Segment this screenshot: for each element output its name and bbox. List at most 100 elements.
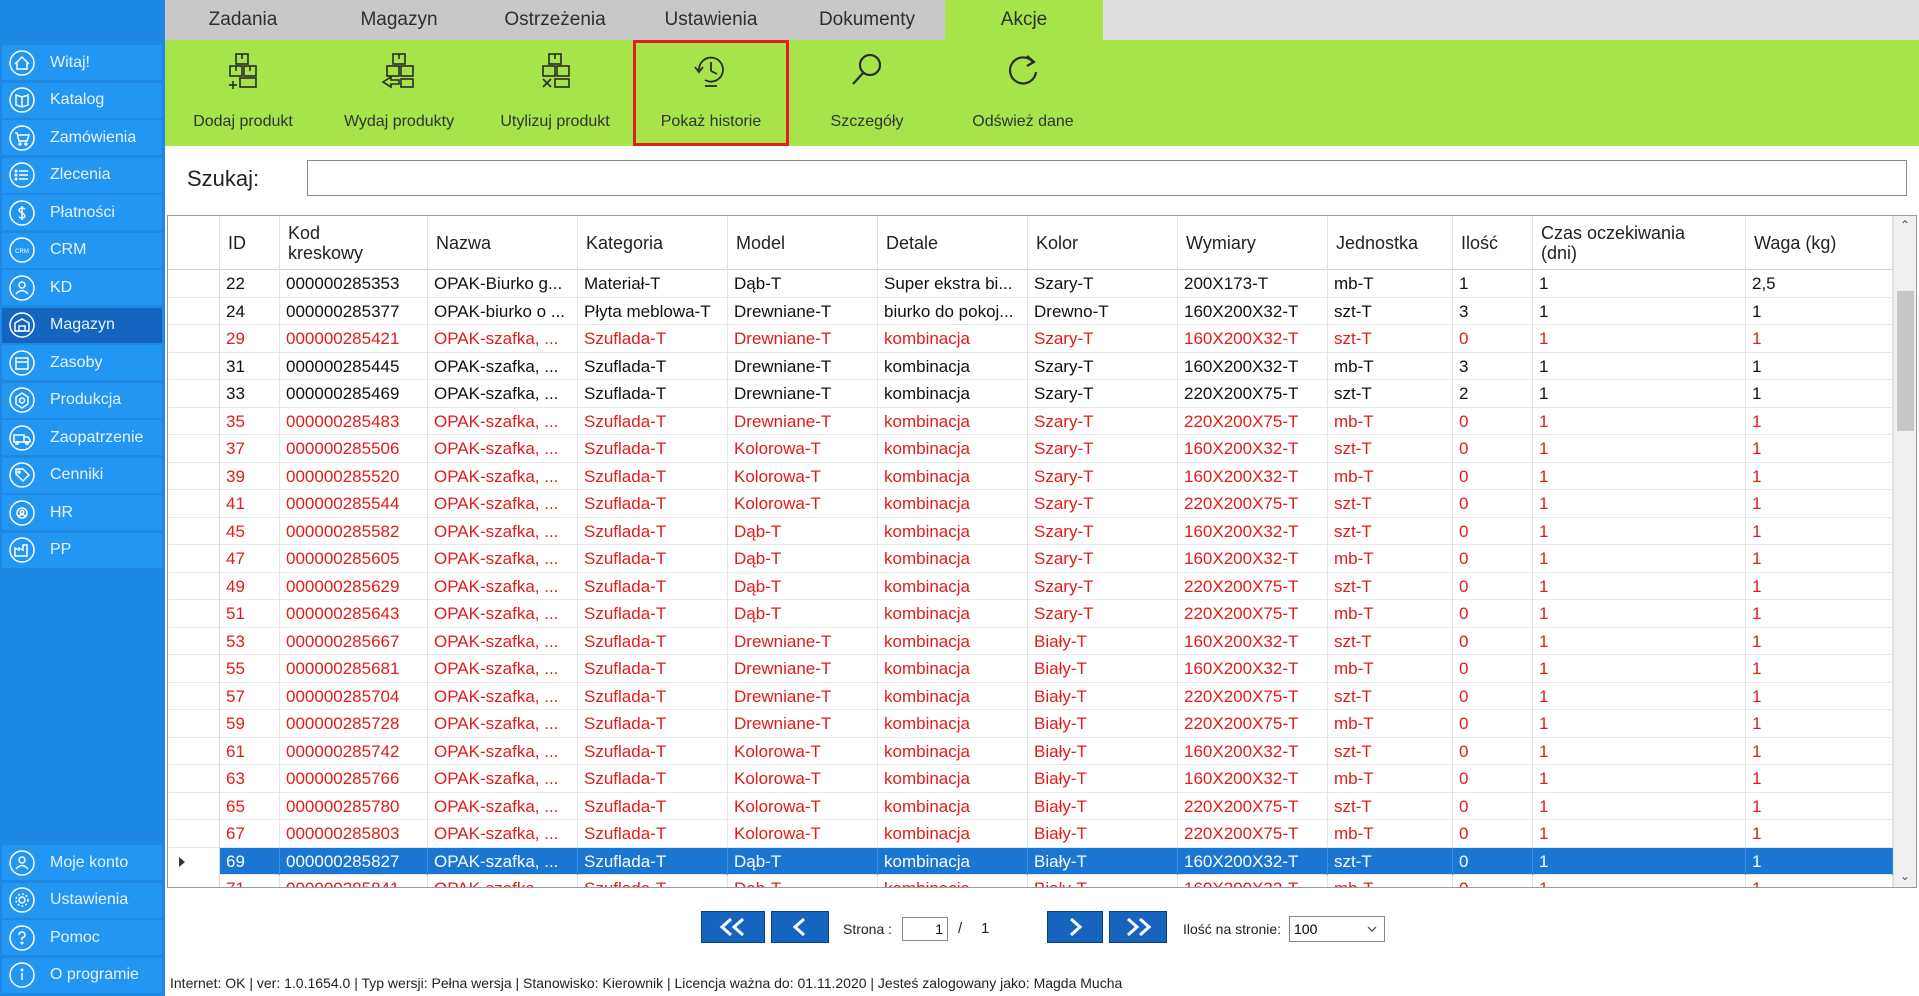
sidebar-item-o-programie[interactable]: O programie: [2, 957, 162, 993]
column-header[interactable]: Model: [728, 216, 878, 270]
add-product-button[interactable]: Dodaj produkt: [165, 40, 321, 146]
sidebar-item-katalog[interactable]: Katalog: [2, 82, 162, 118]
next-page-button[interactable]: [1047, 911, 1103, 943]
first-page-button[interactable]: [701, 911, 765, 943]
sidebar-item-zasoby[interactable]: Zasoby: [2, 345, 162, 380]
sidebar-item-zlecenia[interactable]: Zlecenia: [2, 157, 162, 193]
row-header[interactable]: [168, 380, 220, 408]
row-header[interactable]: [168, 710, 220, 738]
row-header[interactable]: [168, 655, 220, 683]
row-header[interactable]: [168, 517, 220, 545]
row-header[interactable]: [168, 792, 220, 820]
table-row[interactable]: 47 000000285605 OPAK-szafka, ... Szuflada-T…: [168, 545, 1893, 573]
sidebar-item-pomoc[interactable]: Pomoc: [2, 920, 162, 955]
tab-magazyn[interactable]: Magazyn: [321, 0, 477, 40]
column-header[interactable]: Czas oczekiwania (dni): [1533, 216, 1746, 270]
vertical-scrollbar[interactable]: ⌃ ⌄: [1893, 216, 1916, 887]
table-row[interactable]: 55 000000285681 OPAK-szafka, ... Szuflada-T…: [168, 655, 1893, 683]
search-input[interactable]: [307, 160, 1907, 196]
show-history-button[interactable]: Pokaż historie: [633, 40, 789, 146]
column-header[interactable]: Waga (kg): [1746, 216, 1893, 270]
scroll-down-icon[interactable]: ⌄: [1900, 870, 1910, 882]
table-row[interactable]: 57 000000285704 OPAK-szafka, ... Szuflada-T…: [168, 682, 1893, 710]
row-header[interactable]: [168, 627, 220, 655]
sidebar-item-label: Katalog: [50, 91, 105, 108]
sidebar-item-zamówienia[interactable]: Zamówienia: [2, 120, 162, 155]
row-header[interactable]: [168, 847, 220, 875]
table-row[interactable]: 51 000000285643 OPAK-szafka, ... Szuflada-T…: [168, 600, 1893, 628]
table-row[interactable]: 22 000000285353 OPAK-Biurko g... Materiał-T…: [168, 270, 1893, 298]
row-header[interactable]: [168, 572, 220, 600]
sidebar-item-witaj-[interactable]: Witaj!: [2, 45, 162, 80]
table-row[interactable]: 45 000000285582 OPAK-szafka, ... Szuflada-T…: [168, 517, 1893, 545]
row-header[interactable]: [168, 270, 220, 298]
row-header[interactable]: [168, 435, 220, 463]
table-row[interactable]: 31 000000285445 OPAK-szafka, ... Szuflada-T…: [168, 352, 1893, 380]
row-header[interactable]: [168, 407, 220, 435]
table-row[interactable]: 53 000000285667 OPAK-szafka, ... Szuflada-T…: [168, 627, 1893, 655]
column-header[interactable]: Detale: [878, 216, 1028, 270]
row-header[interactable]: [168, 737, 220, 765]
scrollbar-thumb[interactable]: [1897, 291, 1914, 431]
tab-ostrzezenia[interactable]: Ostrzeżenia: [477, 0, 633, 40]
tab-zadania[interactable]: Zadania: [165, 0, 321, 40]
table-row[interactable]: 65 000000285780 OPAK-szafka, ... Szuflada-T…: [168, 792, 1893, 820]
page-number-input[interactable]: [902, 917, 948, 941]
row-header[interactable]: [168, 462, 220, 490]
table-row[interactable]: 63 000000285766 OPAK-szafka, ... Szuflada-T…: [168, 765, 1893, 793]
sidebar-item-zaopatrzenie[interactable]: Zaopatrzenie: [2, 420, 162, 455]
dispose-product-button[interactable]: Utylizuj produkt: [477, 40, 633, 146]
table-row[interactable]: 24 000000285377 OPAK-biurko o ... Płyta meb…: [168, 297, 1893, 325]
sidebar-item-kd[interactable]: KD: [2, 270, 162, 305]
table-row[interactable]: 29 000000285421 OPAK-szafka, ... Szuflada-T…: [168, 325, 1893, 353]
table-row[interactable]: 33 000000285469 OPAK-szafka, ... Szuflada-T…: [168, 380, 1893, 408]
previous-page-button[interactable]: [771, 911, 829, 943]
table-row[interactable]: 59 000000285728 OPAK-szafka, ... Szuflada-T…: [168, 710, 1893, 738]
column-header[interactable]: Kolor: [1028, 216, 1178, 270]
row-header[interactable]: [168, 820, 220, 848]
table-row[interactable]: 71000000285841OPAK-szafka, ...Szuflada-T…: [168, 875, 1893, 887]
row-header[interactable]: [168, 352, 220, 380]
row-header[interactable]: [168, 875, 220, 887]
sidebar-item-cenniki[interactable]: Cenniki: [2, 457, 162, 493]
row-header[interactable]: [168, 545, 220, 573]
refresh-data-button[interactable]: Odśwież dane: [945, 40, 1101, 146]
table-row[interactable]: 67 000000285803 OPAK-szafka, ... Szuflada-T…: [168, 820, 1893, 848]
issue-products-button[interactable]: Wydaj produkty: [321, 40, 477, 146]
last-page-button[interactable]: [1109, 911, 1167, 943]
row-header[interactable]: [168, 765, 220, 793]
row-header[interactable]: [168, 490, 220, 518]
table-row[interactable]: 69 000000285827 OPAK-szafka, ... Szuflada-T…: [168, 847, 1893, 875]
column-header[interactable]: Ilość: [1453, 216, 1533, 270]
column-header[interactable]: Wymiary: [1178, 216, 1328, 270]
tab-akcje[interactable]: Akcje: [945, 0, 1103, 40]
tab-ustawienia[interactable]: Ustawienia: [633, 0, 789, 40]
column-header[interactable]: ID: [220, 216, 280, 270]
row-header[interactable]: [168, 325, 220, 353]
sidebar-item-płatności[interactable]: Płatności: [2, 195, 162, 230]
sidebar-item-crm[interactable]: CRM CRM: [2, 232, 162, 268]
column-header[interactable]: Kod kreskowy: [280, 216, 428, 270]
row-header[interactable]: [168, 297, 220, 325]
per-page-select[interactable]: 100: [1289, 916, 1385, 942]
table-row[interactable]: 61 000000285742 OPAK-szafka, ... Szuflada-T…: [168, 737, 1893, 765]
tab-dokumenty[interactable]: Dokumenty: [789, 0, 945, 40]
details-button[interactable]: Szczegóły: [789, 40, 945, 146]
sidebar-item-pp[interactable]: PP: [2, 532, 162, 568]
sidebar-item-moje-konto[interactable]: Moje konto: [2, 845, 162, 880]
column-header[interactable]: Kategoria: [578, 216, 728, 270]
sidebar-item-magazyn[interactable]: Magazyn: [2, 307, 162, 343]
row-header[interactable]: [168, 682, 220, 710]
scroll-up-icon[interactable]: ⌃: [1900, 219, 1910, 231]
column-header[interactable]: Nazwa: [428, 216, 578, 270]
table-row[interactable]: 35 000000285483 OPAK-szafka, ... Szuflada-T…: [168, 407, 1893, 435]
table-row[interactable]: 49 000000285629 OPAK-szafka, ... Szuflada-T…: [168, 572, 1893, 600]
table-row[interactable]: 37 000000285506 OPAK-szafka, ... Szuflada-T…: [168, 435, 1893, 463]
table-row[interactable]: 41 000000285544 OPAK-szafka, ... Szuflada-T…: [168, 490, 1893, 518]
sidebar-item-hr[interactable]: HR: [2, 495, 162, 530]
column-header[interactable]: Jednostka: [1328, 216, 1453, 270]
sidebar-item-ustawienia[interactable]: Ustawienia: [2, 882, 162, 918]
table-row[interactable]: 39 000000285520 OPAK-szafka, ... Szuflada-T…: [168, 462, 1893, 490]
sidebar-item-produkcja[interactable]: Produkcja: [2, 382, 162, 418]
row-header[interactable]: [168, 600, 220, 628]
